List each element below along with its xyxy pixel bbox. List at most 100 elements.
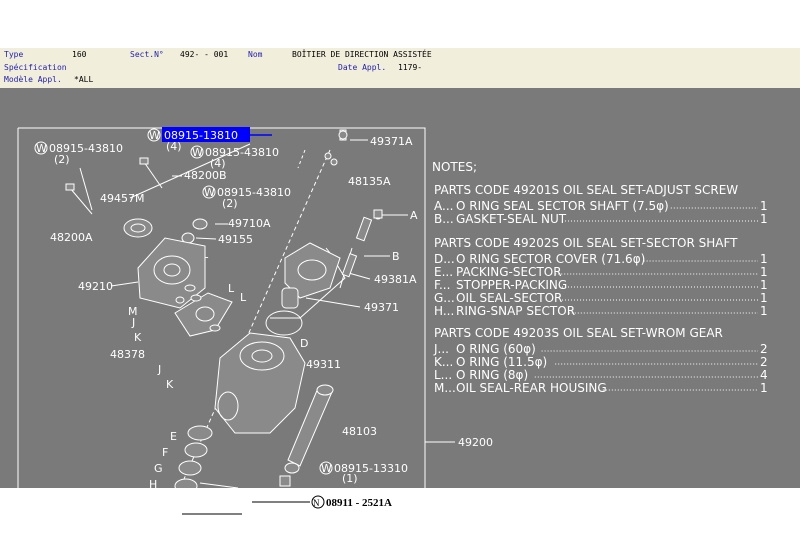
note-item-desc: OIL SEAL-REAR HOUSING (456, 381, 607, 395)
callout-48103[interactable]: 48103 (342, 425, 377, 438)
callout-f[interactable]: F (162, 446, 168, 459)
note-item-letter: F... (434, 278, 450, 292)
callout-48378[interactable]: 48378 (110, 348, 145, 361)
bottom-area: N 08911 - 2521A (0, 488, 800, 540)
group1-items: A... O RING SEAL SECTOR SHAFT (7.5φ) 1B...… (434, 199, 768, 226)
callout-qty-1: (1) (342, 472, 358, 485)
part-shapes (65, 129, 383, 488)
callout-qty-4a: (4) (166, 140, 182, 153)
note-item-letter: H... (434, 304, 454, 318)
callout-j1[interactable]: J (131, 316, 135, 329)
w-letter-2: W (36, 142, 47, 155)
note-item: B... GASKET-SEAL NUT 1 (434, 212, 768, 226)
note-item-letter: K... (434, 355, 453, 369)
modele-value: *ALL (74, 75, 94, 84)
parts-diagram[interactable]: W W W W W 08915-13810 (4) 08915-43810 (2… (0, 88, 800, 488)
date-value: 1179- (398, 63, 423, 72)
callout-49210[interactable]: 49210 (78, 280, 113, 293)
callout-d[interactable]: D (300, 337, 308, 350)
sect-value: 492- - 001 (180, 50, 229, 59)
note-item-letter: E... (434, 265, 453, 279)
diagram-svg: W W W W W 08915-13810 (4) 08915-43810 (2… (17, 127, 768, 488)
callout-49381a[interactable]: 49381A (374, 273, 417, 286)
callout-l3[interactable]: L (240, 291, 247, 304)
note-item-letter: M... (434, 381, 456, 395)
header-bar: Type 160 Sect.N° 492- - 001 Nom BOÎTIER … (0, 48, 800, 88)
group2-items: D... O RING SECTOR COVER (71.6φ) 1E... PACK… (434, 252, 768, 318)
note-item-qty: 1 (760, 265, 768, 279)
note-item: F... STOPPER-PACKING 1 (434, 278, 768, 292)
w-letter-1: W (149, 129, 160, 142)
nom-value: BOÎTIER DE DIRECTION ASSISTÉE (292, 50, 432, 59)
w-letter-3: W (192, 146, 203, 159)
note-item-qty: 1 (760, 212, 768, 226)
note-item: E... PACKING-SECTOR 1 (434, 265, 768, 279)
callout-a[interactable]: A (410, 209, 418, 222)
note-item-qty: 1 (760, 291, 768, 305)
note-item-qty: 1 (760, 381, 768, 395)
note-item: A... O RING SEAL SECTOR SHAFT (7.5φ) 1 (434, 199, 768, 213)
note-item: G... OIL SEAL-SECTOR 1 (434, 291, 768, 305)
callout-k1[interactable]: K (134, 331, 142, 344)
n-letter: N (313, 498, 320, 508)
spec-label: Spécification (4, 63, 67, 72)
note-item-qty: 1 (760, 199, 768, 213)
group3-items: J... O RING (60φ) 2K... O RING (11.5φ) 2L...… (433, 342, 768, 395)
note-item-desc: GASKET-SEAL NUT (456, 212, 567, 226)
callout-h[interactable]: H (149, 478, 157, 488)
note-item-letter: J... (433, 342, 449, 356)
callout-j2[interactable]: J (157, 363, 161, 376)
modele-label: Modèle Appl. (4, 75, 62, 84)
note-item: H... RING-SNAP SECTOR 1 (434, 304, 768, 318)
note-item-qty: 1 (760, 304, 768, 318)
note-item: K... O RING (11.5φ) 2 (434, 355, 768, 369)
callout-48200a[interactable]: 48200A (50, 231, 93, 244)
callout-g[interactable]: G (154, 462, 163, 475)
group3-title: PARTS CODE 49203S OIL SEAL SET-WROM GEAR (434, 326, 723, 340)
note-item-desc: RING-SNAP SECTOR (456, 304, 575, 318)
note-item: D... O RING SECTOR COVER (71.6φ) 1 (434, 252, 768, 266)
sect-label: Sect.N° (130, 50, 164, 59)
note-item-desc: O RING SECTOR COVER (71.6φ) (456, 252, 645, 266)
callout-49371[interactable]: 49371 (364, 301, 399, 314)
callout-e[interactable]: E (170, 430, 177, 443)
callout-b[interactable]: B (392, 250, 400, 263)
note-item-qty: 4 (760, 368, 768, 382)
type-label: Type (4, 50, 24, 59)
callout-49155[interactable]: 49155 (218, 233, 253, 246)
note-item: M... OIL SEAL-REAR HOUSING 1 (434, 381, 768, 395)
note-item-qty: 2 (760, 342, 768, 356)
type-value: 160 (72, 50, 87, 59)
callout-49371a[interactable]: 49371A (370, 135, 413, 148)
note-item-desc: O RING SEAL SECTOR SHAFT (7.5φ) (456, 199, 669, 213)
callout-l2[interactable]: L (228, 282, 235, 295)
note-item-desc: STOPPER-PACKING (456, 278, 567, 292)
note-item-letter: B... (434, 212, 454, 226)
callout-08911-2521a[interactable]: 08911 - 2521A (326, 497, 392, 509)
group2-title: PARTS CODE 49202S OIL SEAL SET-SECTOR SH… (434, 236, 738, 250)
callout-48135a[interactable]: 48135A (348, 175, 391, 188)
note-item-letter: G... (434, 291, 455, 305)
note-item-desc: PACKING-SECTOR (456, 265, 562, 279)
group1-title: PARTS CODE 49201S OIL SEAL SET-ADJUST SC… (434, 183, 738, 197)
note-item-letter: A... (434, 199, 453, 213)
note-item-letter: D... (434, 252, 455, 266)
note-item: L... O RING (8φ) 4 (434, 368, 768, 382)
callout-49200[interactable]: 49200 (458, 436, 493, 449)
notes-title: NOTES; (432, 160, 477, 174)
w-letter-4: W (204, 186, 215, 199)
nom-label: Nom (248, 50, 263, 59)
note-item-desc: OIL SEAL-SECTOR (456, 291, 562, 305)
callout-49710a[interactable]: 49710A (228, 217, 271, 230)
note-item-letter: L... (434, 368, 452, 382)
date-label: Date Appl. (338, 63, 387, 72)
callout-k2[interactable]: K (166, 378, 174, 391)
bottom-svg: N 08911 - 2521A (182, 495, 392, 515)
note-item-qty: 1 (760, 252, 768, 266)
note-item: J... O RING (60φ) 2 (433, 342, 768, 356)
callout-qty-2a: (2) (54, 153, 70, 166)
note-item-qty: 2 (760, 355, 768, 369)
note-item-desc: O RING (8φ) (456, 368, 528, 382)
callout-qty-2c: (2) (222, 197, 238, 210)
callout-49311[interactable]: 49311 (306, 358, 341, 371)
